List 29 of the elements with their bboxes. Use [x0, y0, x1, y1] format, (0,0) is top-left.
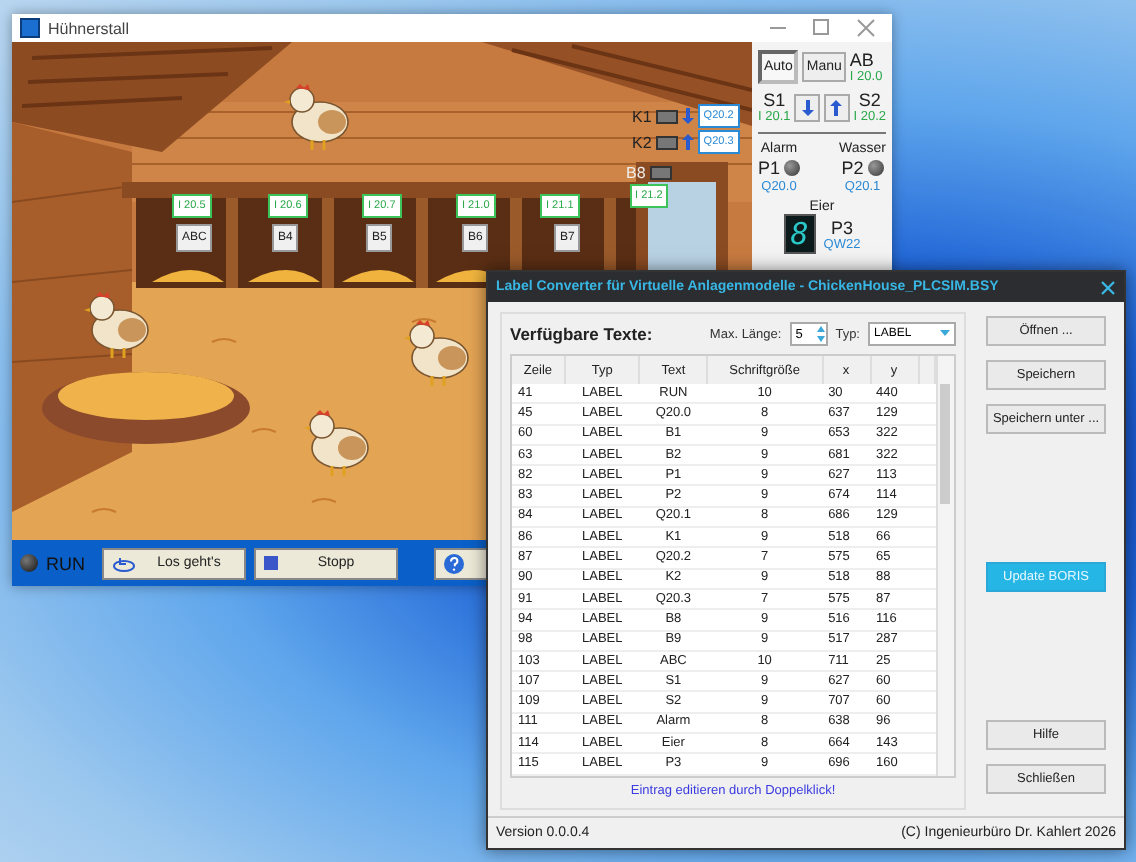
actuator-label: K2 [632, 133, 652, 151]
square-icon [263, 556, 277, 570]
spin-arrows-icon [815, 324, 826, 344]
down-arrow-icon [801, 99, 814, 115]
move-up-button[interactable] [824, 93, 850, 121]
dropdown-icon [940, 330, 950, 338]
scrollbar-thumb[interactable] [940, 384, 951, 504]
down-arrow-icon [681, 108, 694, 124]
up-arrow-icon [681, 134, 694, 150]
window-title: Hühnerstall [48, 19, 131, 37]
help-icon [443, 553, 463, 573]
panel-label: AB [849, 50, 876, 70]
sensor-label: B8 [626, 164, 646, 182]
display-label: P3 [830, 217, 853, 237]
run-label: RUN [46, 553, 85, 573]
up-arrow-icon [830, 99, 843, 115]
actuator-label: K1 [632, 107, 652, 125]
close-icon [1100, 279, 1116, 295]
switch-label: S1 [763, 90, 786, 110]
lamp-label: P2 [841, 158, 864, 178]
cycle-icon [111, 555, 135, 571]
switch-label: S2 [858, 90, 881, 110]
sensor-icon [649, 166, 672, 180]
move-down-button[interactable] [794, 93, 820, 121]
section-heading: Verfügbare Texte: [510, 324, 653, 344]
app-icon [20, 18, 40, 38]
scrollbar[interactable] [936, 356, 954, 776]
segment-display: 8 [783, 214, 816, 254]
lamp-label: P1 [758, 158, 781, 178]
